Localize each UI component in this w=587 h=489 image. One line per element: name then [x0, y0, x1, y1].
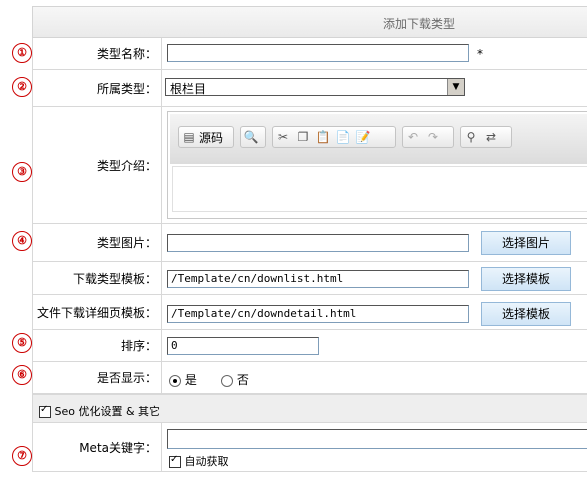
list-template-label: 下载类型模板： — [72, 271, 157, 286]
source-icon: ▤ — [183, 130, 195, 144]
list-template-input[interactable]: /Template/cn/downlist.html — [167, 270, 469, 288]
marker-5: ⑤ — [12, 333, 32, 353]
form-panel: 添加下载类型 类型名称： * 所属类型： 根栏目 ▼ 类型介绍： ▤ 源码 🔍 — [32, 6, 587, 489]
form-title: 添加下载类型 — [383, 17, 456, 31]
row-parent-type: 所属类型： 根栏目 ▼ — [32, 70, 587, 107]
visible-yes-label: 是 — [184, 373, 197, 387]
visible-no-option[interactable]: 否 — [221, 371, 249, 388]
form-title-bar: 添加下载类型 — [32, 6, 587, 38]
type-name-input[interactable] — [167, 44, 469, 62]
paste-word-icon[interactable]: 📝 — [355, 129, 371, 145]
select-list-template-button[interactable]: 选择模板 — [481, 267, 571, 291]
type-image-input[interactable] — [167, 234, 469, 252]
history-group: ↶ ↷ — [402, 126, 454, 148]
row-order: 排序： 0 — [32, 330, 587, 362]
detail-template-input[interactable]: /Template/cn/downdetail.html — [167, 305, 469, 323]
marker-3: ③ — [12, 162, 32, 182]
undo-icon[interactable]: ↶ — [405, 129, 421, 145]
redo-icon[interactable]: ↷ — [425, 129, 441, 145]
type-name-label: 类型名称： — [96, 47, 157, 61]
visible-no-radio[interactable] — [221, 374, 233, 387]
parent-type-select[interactable]: 根栏目 ▼ — [165, 78, 465, 96]
copy-icon[interactable]: ❐ — [295, 129, 311, 145]
row-type-intro: 类型介绍： ▤ 源码 🔍 ✂ ❐ 📋 📄 📝 ↶ ↷ ⚲ ⇄ — [32, 107, 587, 224]
auto-fetch-option[interactable]: 自动获取 — [169, 453, 229, 469]
preview-button[interactable]: 🔍 — [240, 126, 266, 148]
visible-no-label: 否 — [236, 373, 249, 387]
editor-toolbar: ▤ 源码 🔍 ✂ ❐ 📋 📄 📝 ↶ ↷ ⚲ ⇄ — [170, 114, 587, 164]
row-meta-keywords: Meta关键字： 自动获取 — [32, 423, 587, 472]
row-visible: 是否显示： 是 否 — [32, 362, 587, 394]
auto-fetch-label: 自动获取 — [184, 455, 229, 468]
type-image-label: 类型图片： — [96, 236, 157, 250]
row-type-image: 类型图片： 选择图片 — [32, 224, 587, 262]
meta-keywords-input[interactable] — [167, 429, 587, 449]
source-button[interactable]: ▤ 源码 — [178, 126, 234, 148]
find-group: ⚲ ⇄ — [460, 126, 512, 148]
required-mark: * — [477, 47, 483, 61]
auto-fetch-checkbox[interactable] — [169, 454, 181, 468]
order-input[interactable]: 0 — [167, 337, 319, 355]
type-intro-label: 类型介绍： — [96, 158, 157, 173]
source-button-label: 源码 — [199, 130, 224, 145]
marker-1: ① — [12, 43, 32, 63]
marker-7: ⑦ — [12, 446, 32, 466]
select-image-button[interactable]: 选择图片 — [481, 231, 571, 255]
seo-section-header[interactable]: Seo 优化设置 & 其它 — [32, 394, 587, 423]
meta-keywords-label: Meta关键字： — [79, 440, 157, 455]
row-type-name: 类型名称： * — [32, 38, 587, 70]
marker-4: ④ — [12, 231, 32, 251]
order-label: 排序： — [120, 339, 157, 353]
paste-icon[interactable]: 📋 — [315, 129, 331, 145]
visible-label: 是否显示： — [96, 371, 157, 385]
paste-text-icon[interactable]: 📄 — [335, 129, 351, 145]
visible-yes-option[interactable]: 是 — [169, 371, 197, 388]
marker-6: ⑥ — [12, 365, 32, 385]
seo-section-title: Seo 优化设置 & 其它 — [54, 405, 161, 418]
find-icon[interactable]: ⚲ — [463, 129, 479, 145]
editor-content-area[interactable] — [172, 166, 587, 212]
replace-icon[interactable]: ⇄ — [483, 129, 499, 145]
rich-text-editor: ▤ 源码 🔍 ✂ ❐ 📋 📄 📝 ↶ ↷ ⚲ ⇄ — [167, 111, 587, 219]
seo-section-checkbox[interactable] — [39, 404, 51, 418]
cut-icon[interactable]: ✂ — [275, 129, 291, 145]
select-detail-template-button[interactable]: 选择模板 — [481, 302, 571, 326]
marker-2: ② — [12, 77, 32, 97]
row-detail-template: 文件下载详细页模板： /Template/cn/downdetail.html … — [32, 295, 587, 330]
parent-type-label: 所属类型： — [96, 81, 157, 96]
preview-icon: 🔍 — [243, 130, 259, 144]
detail-template-label: 文件下载详细页模板： — [36, 305, 157, 320]
clipboard-group: ✂ ❐ 📋 📄 📝 — [272, 126, 396, 148]
row-list-template: 下载类型模板： /Template/cn/downlist.html 选择模板 — [32, 262, 587, 295]
parent-type-value: 根栏目 — [170, 82, 207, 96]
chevron-down-icon[interactable]: ▼ — [447, 79, 464, 95]
visible-yes-radio[interactable] — [169, 374, 181, 387]
